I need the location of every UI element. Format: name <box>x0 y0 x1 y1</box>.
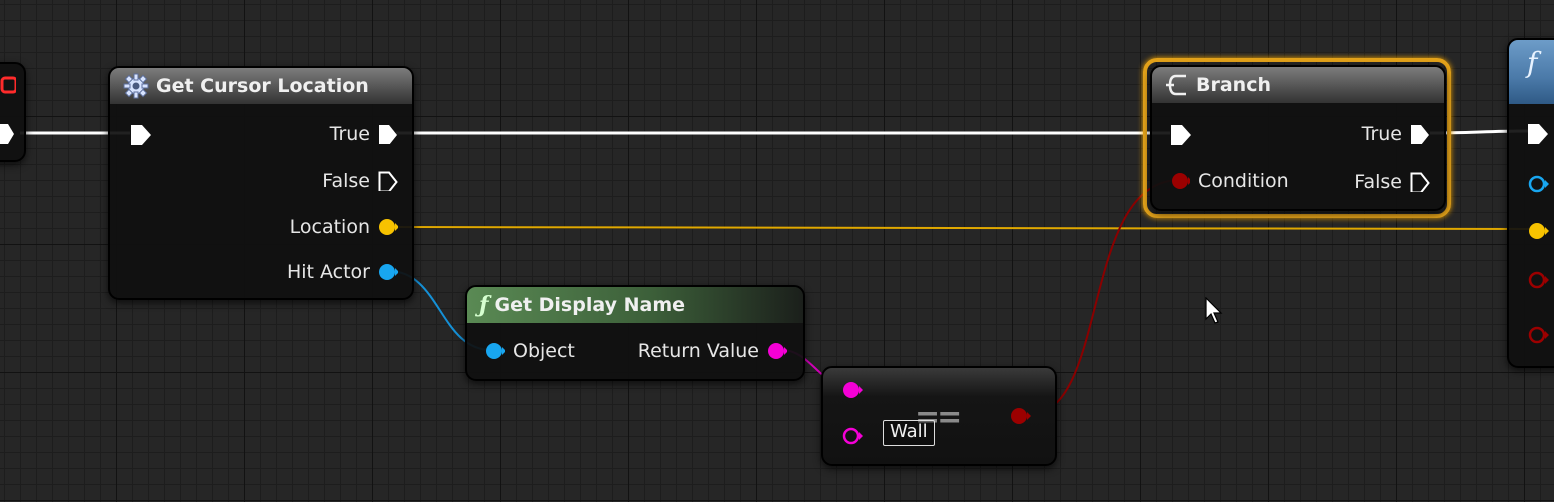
string-pin-icon <box>768 343 787 359</box>
node-title: Get Display Name <box>494 294 685 316</box>
pin-label: Object <box>513 340 575 362</box>
get-display-name-node[interactable]: ƒ Get Display Name Object Return Value <box>465 285 805 381</box>
function-icon: f <box>1527 46 1538 79</box>
object-pin-icon <box>379 264 398 280</box>
pin-return-value[interactable]: Return Value <box>638 340 787 362</box>
bool-in-pin-1[interactable] <box>1527 270 1551 290</box>
pin-false[interactable]: False <box>322 170 398 192</box>
pin-object[interactable]: Object <box>485 340 575 362</box>
bool-out-pin[interactable] <box>1009 406 1033 426</box>
gear-icon <box>123 73 149 99</box>
pin-location[interactable]: Location <box>290 216 398 238</box>
exec-out-pin-icon <box>1410 172 1430 192</box>
exec-in-pin[interactable] <box>130 124 152 146</box>
pin-false[interactable]: False <box>1354 171 1430 193</box>
exec-out-pin-icon <box>1411 125 1429 144</box>
mouse-cursor-icon <box>1205 297 1223 324</box>
node-header: ƒ Get Display Name <box>467 287 803 323</box>
vector-pin-icon <box>379 219 398 235</box>
function-icon: ƒ <box>479 292 489 318</box>
equal-string-node[interactable]: == Wall <box>821 366 1057 466</box>
node-header: f <box>1509 40 1554 104</box>
node-header: Get Cursor Location <box>110 68 412 104</box>
pin-label: False <box>322 170 370 192</box>
pin-label: True <box>1361 123 1402 145</box>
vector-in-pin[interactable] <box>1527 221 1551 241</box>
exec-out-pin-icon <box>379 125 397 144</box>
bool-in-pin-2[interactable] <box>1527 325 1551 345</box>
pin-label: Condition <box>1198 170 1289 192</box>
pin-condition[interactable]: Condition <box>1170 170 1289 192</box>
string-in-pin-a[interactable] <box>841 380 865 400</box>
branch-node[interactable]: Branch Condition True False <box>1150 65 1446 211</box>
exec-in-pin[interactable] <box>1527 123 1549 145</box>
node-error-icon <box>0 76 16 94</box>
pin-label: False <box>1354 171 1402 193</box>
literal-input-field[interactable]: Wall <box>883 420 935 446</box>
object-in-pin[interactable] <box>1527 174 1551 194</box>
node-header: Branch <box>1152 67 1444 103</box>
pin-label: Hit Actor <box>286 261 370 283</box>
bool-pin-icon <box>1172 173 1190 189</box>
exec-out-pin-icon <box>378 171 398 191</box>
node-title: Get Cursor Location <box>156 75 369 97</box>
right-partial-function-node[interactable]: f <box>1507 38 1554 368</box>
pin-hit-actor[interactable]: Hit Actor <box>287 261 398 283</box>
pin-true[interactable]: True <box>330 123 398 145</box>
get-cursor-location-node[interactable]: Get Cursor Location True False Location … <box>108 66 414 300</box>
exec-in-pin[interactable] <box>1170 124 1192 146</box>
left-partial-node[interactable] <box>0 62 26 162</box>
pin-true[interactable]: True <box>1362 123 1430 145</box>
pin-label: True <box>329 123 370 145</box>
pin-label: Return Value <box>637 340 759 362</box>
object-pin-icon <box>486 343 505 359</box>
node-title: Branch <box>1196 74 1271 96</box>
pin-label: Location <box>289 216 370 238</box>
exec-out-pin[interactable] <box>0 124 14 144</box>
string-in-pin-b[interactable] <box>841 426 865 446</box>
location-wire <box>391 226 1536 230</box>
branch-icon <box>1166 74 1186 96</box>
